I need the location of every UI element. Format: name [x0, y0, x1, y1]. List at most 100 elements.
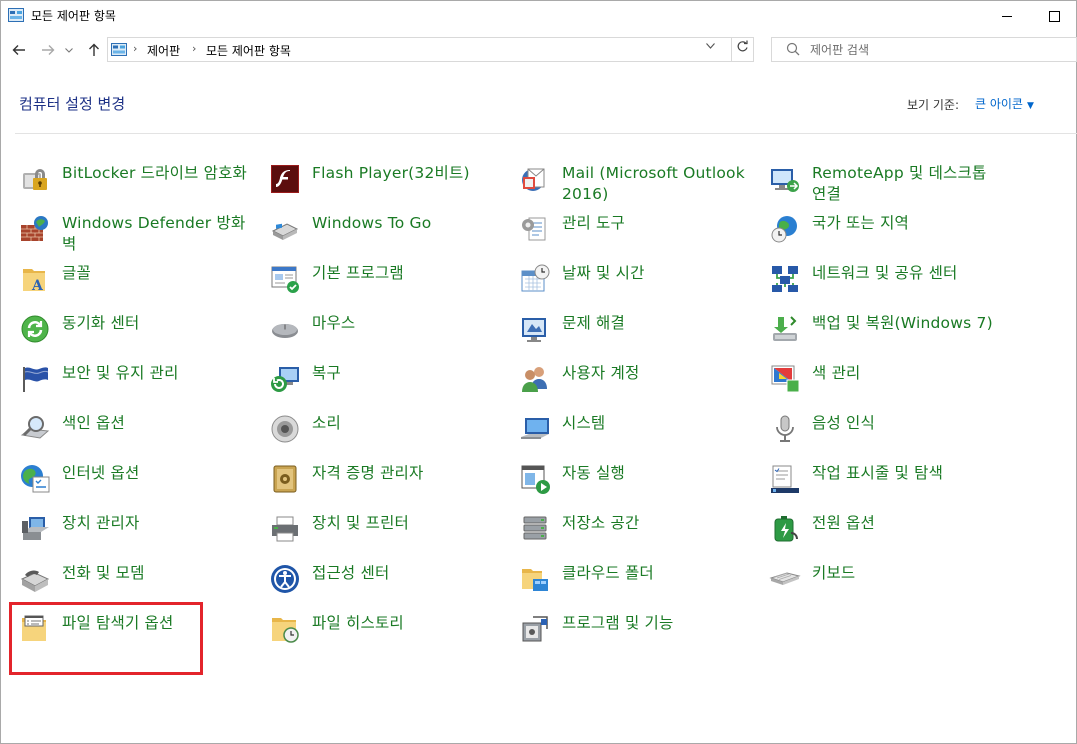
item-label[interactable]: BitLocker 드라이브 암호화 [62, 163, 252, 184]
control-panel-item[interactable]: 관리 도구 [519, 213, 759, 263]
battery-icon[interactable] [769, 513, 801, 545]
fonts-folder-icon[interactable]: A [19, 263, 51, 295]
item-label[interactable]: 전원 옵션 [812, 513, 1002, 534]
item-label[interactable]: Windows To Go [312, 213, 502, 234]
keyboard-icon[interactable] [769, 563, 801, 595]
mouse-icon[interactable] [269, 313, 301, 345]
color-management-icon[interactable] [769, 363, 801, 395]
address-dropdown-button[interactable] [706, 41, 715, 52]
taskbar-icon[interactable] [769, 463, 801, 495]
control-panel-item[interactable]: 프로그램 및 기능 [519, 613, 759, 663]
autoplay-icon[interactable] [519, 463, 551, 495]
control-panel-item[interactable]: 작업 표시줄 및 탐색 [769, 463, 1009, 513]
breadcrumb-all-items[interactable]: 모든 제어판 항목 [206, 42, 291, 59]
network-icon[interactable] [769, 263, 801, 295]
view-by-dropdown[interactable]: 큰 아이콘 ▼ [975, 95, 1034, 112]
item-label[interactable]: 장치 관리자 [62, 513, 252, 534]
bitlocker-icon[interactable] [19, 163, 51, 195]
globe-clock-icon[interactable] [769, 213, 801, 245]
users-icon[interactable] [519, 363, 551, 395]
control-panel-item[interactable]: RemoteApp 및 데스크톱 연결 [769, 163, 1009, 213]
storage-spaces-icon[interactable] [519, 513, 551, 545]
recent-locations-button[interactable] [62, 39, 76, 61]
item-label[interactable]: 복구 [312, 363, 502, 384]
item-label[interactable]: 동기화 센터 [62, 313, 252, 334]
control-panel-item[interactable]: 인터넷 옵션 [19, 463, 259, 513]
item-label[interactable]: 보안 및 유지 관리 [62, 363, 252, 384]
control-panel-item[interactable]: Windows Defender 방화벽 [19, 213, 259, 263]
ease-of-access-icon[interactable] [269, 563, 301, 595]
programs-features-icon[interactable] [519, 613, 551, 645]
item-label[interactable]: 소리 [312, 413, 502, 434]
item-label[interactable]: 백업 및 복원(Windows 7) [812, 313, 1002, 334]
indexing-icon[interactable] [19, 413, 51, 445]
usb-drive-icon[interactable] [269, 213, 301, 245]
view-by-value[interactable]: 큰 아이콘 [975, 97, 1023, 111]
search-box[interactable] [771, 37, 1077, 62]
dropdown-arrow-icon[interactable]: ▼ [1027, 101, 1034, 111]
backup-icon[interactable] [769, 313, 801, 345]
control-panel-item[interactable]: 자격 증명 관리자 [269, 463, 509, 513]
item-label[interactable]: 파일 히스토리 [312, 613, 502, 634]
item-label[interactable]: 마우스 [312, 313, 502, 334]
item-label[interactable]: 자격 증명 관리자 [312, 463, 502, 484]
control-panel-item[interactable]: 소리 [269, 413, 509, 463]
control-panel-item[interactable]: 문제 해결 [519, 313, 759, 363]
item-label[interactable]: 글꼴 [62, 263, 252, 284]
item-label[interactable]: 클라우드 폴더 [562, 563, 752, 584]
printer-icon[interactable] [269, 513, 301, 545]
item-label[interactable]: 키보드 [812, 563, 1002, 584]
control-panel-item[interactable]: 보안 및 유지 관리 [19, 363, 259, 413]
credential-vault-icon[interactable] [269, 463, 301, 495]
flash-icon[interactable] [269, 163, 301, 195]
control-panel-item[interactable]: 장치 및 프린터 [269, 513, 509, 563]
control-panel-item[interactable]: 클라우드 폴더 [519, 563, 759, 613]
up-button[interactable] [83, 39, 105, 61]
control-panel-item[interactable]: 자동 실행 [519, 463, 759, 513]
system-icon[interactable] [519, 413, 551, 445]
refresh-button[interactable] [736, 40, 749, 57]
control-panel-item[interactable]: 색인 옵션 [19, 413, 259, 463]
control-panel-item[interactable]: 기본 프로그램 [269, 263, 509, 313]
control-panel-item[interactable]: 사용자 계정 [519, 363, 759, 413]
troubleshoot-icon[interactable] [519, 313, 551, 345]
item-label[interactable]: 저장소 공간 [562, 513, 752, 534]
item-label[interactable]: 색인 옵션 [62, 413, 252, 434]
control-panel-item[interactable]: Windows To Go [269, 213, 509, 263]
item-label[interactable]: 날짜 및 시간 [562, 263, 752, 284]
item-label[interactable]: 문제 해결 [562, 313, 752, 334]
maximize-button[interactable] [1031, 0, 1077, 32]
control-panel-item[interactable]: 날짜 및 시간 [519, 263, 759, 313]
control-panel-item[interactable]: BitLocker 드라이브 암호화 [19, 163, 259, 213]
control-panel-item[interactable]: A 글꼴 [19, 263, 259, 313]
control-panel-item[interactable]: 동기화 센터 [19, 313, 259, 363]
item-label[interactable]: 작업 표시줄 및 탐색 [812, 463, 1002, 484]
microphone-icon[interactable] [769, 413, 801, 445]
item-label[interactable]: Mail (Microsoft Outlook 2016) [562, 163, 752, 205]
search-input[interactable] [810, 41, 1060, 58]
control-panel-item[interactable]: 국가 또는 지역 [769, 213, 1009, 263]
flag-icon[interactable] [19, 363, 51, 395]
sync-icon[interactable] [19, 313, 51, 345]
internet-options-icon[interactable] [19, 463, 51, 495]
admin-tools-icon[interactable] [519, 213, 551, 245]
control-panel-item[interactable]: 전원 옵션 [769, 513, 1009, 563]
item-label[interactable]: 국가 또는 지역 [812, 213, 1002, 234]
address-bar[interactable]: › 제어판 › 모든 제어판 항목 [107, 37, 754, 62]
item-label[interactable]: 기본 프로그램 [312, 263, 502, 284]
item-label[interactable]: 시스템 [562, 413, 752, 434]
phone-icon[interactable] [19, 563, 51, 595]
item-label[interactable]: 관리 도구 [562, 213, 752, 234]
item-label[interactable]: 사용자 계정 [562, 363, 752, 384]
forward-button[interactable] [37, 39, 59, 61]
breadcrumb-control-panel[interactable]: 제어판 [147, 42, 180, 59]
control-panel-item[interactable]: 색 관리 [769, 363, 1009, 413]
control-panel-item[interactable]: 복구 [269, 363, 509, 413]
back-button[interactable] [8, 39, 30, 61]
control-panel-item[interactable]: 접근성 센터 [269, 563, 509, 613]
control-panel-item[interactable]: 파일 히스토리 [269, 613, 509, 663]
device-manager-icon[interactable] [19, 513, 51, 545]
recovery-icon[interactable] [269, 363, 301, 395]
control-panel-item[interactable]: 음성 인식 [769, 413, 1009, 463]
item-label[interactable]: Flash Player(32비트) [312, 163, 502, 184]
